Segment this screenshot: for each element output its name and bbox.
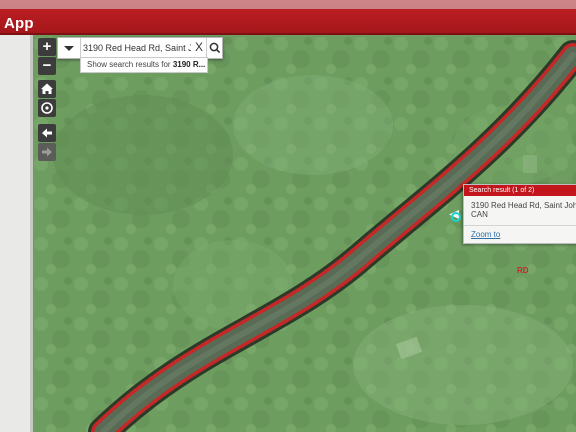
- locate-button[interactable]: [38, 99, 56, 117]
- minus-icon: −: [42, 57, 52, 74]
- previous-extent-button[interactable]: [38, 124, 56, 142]
- locate-icon: [41, 102, 53, 114]
- side-panel: [0, 35, 33, 432]
- home-button[interactable]: [38, 80, 56, 98]
- popup-header: Search result (1 of 2): [464, 185, 576, 196]
- search-result-popup: Search result (1 of 2) 3190 Red Head Rd,…: [463, 184, 576, 244]
- popup-address: 3190 Red Head Rd, Saint John, N: [471, 201, 576, 210]
- browser-strip: [0, 0, 576, 9]
- suggestion-term: 3190 R...: [172, 60, 206, 69]
- zoom-to-link[interactable]: Zoom to: [471, 230, 500, 239]
- arrow-right-icon: [42, 147, 52, 157]
- popup-body: 3190 Red Head Rd, Saint John, N CAN: [464, 196, 576, 219]
- suggestion-prefix: Show search results for: [87, 60, 173, 69]
- search-suggestion[interactable]: Show search results for 3190 R...: [80, 57, 208, 73]
- road-label: RD: [517, 266, 529, 275]
- next-extent-button[interactable]: [38, 143, 56, 161]
- popup-divider: [464, 225, 576, 226]
- home-icon: [41, 83, 53, 94]
- search-source-dropdown[interactable]: [58, 38, 81, 58]
- arrow-left-icon: [42, 128, 52, 138]
- result-location-marker[interactable]: [451, 212, 461, 222]
- popup-country: CAN: [471, 210, 488, 219]
- clear-search-button[interactable]: X: [193, 39, 205, 56]
- search-widget: X: [57, 37, 223, 59]
- app-header: App: [0, 0, 576, 35]
- zoom-in-button[interactable]: +: [38, 38, 56, 56]
- plus-icon: +: [42, 38, 52, 55]
- magnifier-icon: [209, 42, 221, 54]
- search-input[interactable]: [83, 39, 191, 56]
- zoom-out-button[interactable]: −: [38, 57, 56, 75]
- app-title: App: [4, 15, 34, 32]
- search-button[interactable]: [206, 38, 223, 58]
